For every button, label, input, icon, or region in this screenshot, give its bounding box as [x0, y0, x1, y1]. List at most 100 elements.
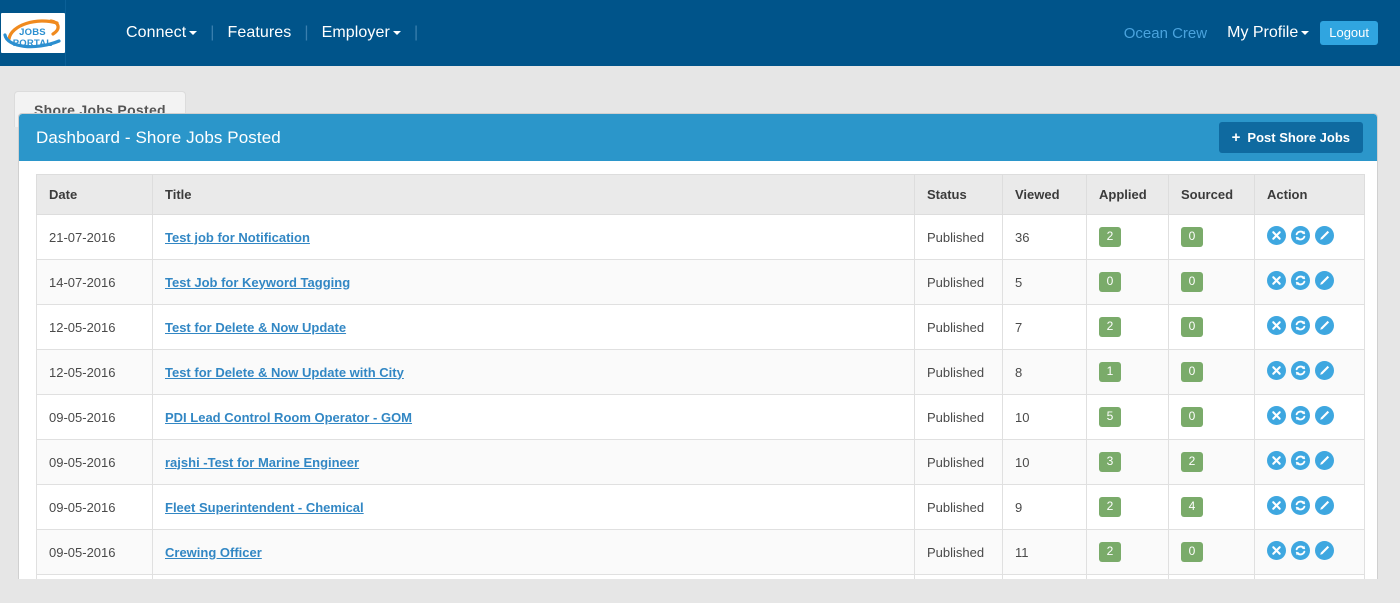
nav-item-employer[interactable]: Employer: [316, 24, 407, 42]
job-title-link[interactable]: Test job for Notification: [165, 230, 310, 245]
table-row: 09-05-2016 rajshi -Test for Marine Engine…: [36, 439, 1365, 485]
job-title-link[interactable]: rajshi -Test for Marine Engineer: [165, 455, 359, 470]
close-circle-icon[interactable]: [1267, 271, 1286, 293]
cell-applied: 2: [1086, 529, 1169, 575]
applied-badge: 2: [1099, 227, 1121, 247]
table-row: 14-07-2016 Test Job for Keyword Tagging Pu…: [36, 259, 1365, 305]
user-name-link[interactable]: Ocean Crew: [1124, 25, 1207, 42]
sourced-badge: 0: [1181, 542, 1203, 562]
sourced-badge: 0: [1181, 407, 1203, 427]
close-circle-icon[interactable]: [1267, 541, 1286, 563]
column-header-status[interactable]: Status: [914, 174, 1003, 215]
column-header-sourced[interactable]: Sourced: [1168, 174, 1255, 215]
cell-status: [914, 574, 1003, 579]
cell-viewed: 7: [1002, 304, 1087, 350]
close-circle-icon[interactable]: [1267, 226, 1286, 248]
cell-title: Test job for Notification: [152, 214, 915, 260]
logout-button[interactable]: Logout: [1320, 21, 1378, 45]
applied-badge: 1: [1099, 362, 1121, 382]
nav-separator-3: |: [413, 24, 419, 41]
cell-date: 09-05-2016: [36, 394, 153, 440]
cell-viewed: 10: [1002, 439, 1087, 485]
table-body: 21-07-2016 Test job for Notification Publi…: [36, 214, 1365, 579]
cell-date: 09-05-2016: [36, 484, 153, 530]
refresh-circle-icon[interactable]: [1291, 361, 1310, 383]
my-profile-menu[interactable]: My Profile: [1227, 24, 1310, 42]
table-row: 09-05-2016 Crewing Officer Published 11 2 0: [36, 529, 1365, 575]
cell-viewed: 5: [1002, 259, 1087, 305]
refresh-circle-icon[interactable]: [1291, 316, 1310, 338]
job-title-link[interactable]: Fleet Superintendent - Chemical: [165, 500, 364, 515]
row-action-group: [1267, 226, 1364, 248]
cell-status: Published: [914, 349, 1003, 395]
cell-applied: [1086, 574, 1169, 579]
column-header-title[interactable]: Title: [152, 174, 915, 215]
sourced-badge: 0: [1181, 317, 1203, 337]
cell-title: [152, 574, 915, 579]
edit-pencil-icon[interactable]: [1315, 541, 1334, 563]
close-circle-icon[interactable]: [1267, 406, 1286, 428]
table-header: Date Title Status Viewed Applied Sourced…: [36, 174, 1365, 215]
edit-pencil-icon[interactable]: [1315, 226, 1334, 248]
cell-action: [1254, 259, 1365, 305]
cell-date: 21-07-2016: [36, 214, 153, 260]
edit-pencil-icon[interactable]: [1315, 316, 1334, 338]
refresh-circle-icon[interactable]: [1291, 541, 1310, 563]
cell-sourced: 2: [1168, 439, 1255, 485]
edit-pencil-icon[interactable]: [1315, 451, 1334, 473]
close-circle-icon[interactable]: [1267, 316, 1286, 338]
cell-viewed: 10: [1002, 394, 1087, 440]
edit-pencil-icon[interactable]: [1315, 361, 1334, 383]
refresh-circle-icon[interactable]: [1291, 271, 1310, 293]
refresh-circle-icon[interactable]: [1291, 451, 1310, 473]
nav-separator-1: |: [210, 24, 215, 41]
job-title-link[interactable]: Test Job for Keyword Tagging: [165, 275, 350, 290]
post-shore-jobs-button[interactable]: + Post Shore Jobs: [1218, 122, 1363, 153]
nav-item-connect[interactable]: Connect: [120, 24, 203, 42]
close-circle-icon[interactable]: [1267, 451, 1286, 473]
refresh-circle-icon[interactable]: [1291, 496, 1310, 518]
table-row: 21-07-2016 Test job for Notification Publi…: [36, 214, 1365, 260]
cell-action: [1254, 529, 1365, 575]
cell-title: Fleet Superintendent - Chemical: [152, 484, 915, 530]
cell-applied: 1: [1086, 349, 1169, 395]
cell-sourced: 0: [1168, 349, 1255, 395]
job-title-link[interactable]: Test for Delete & Now Update with City: [165, 365, 404, 380]
cell-title: Test for Delete & Now Update: [152, 304, 915, 350]
plus-icon: +: [1231, 129, 1241, 146]
table-row: 09-05-2016 PDI Lead Control Room Operator…: [36, 394, 1365, 440]
nav-item-connect-label: Connect: [126, 24, 187, 41]
row-action-group: [1267, 541, 1364, 563]
edit-pencil-icon[interactable]: [1315, 496, 1334, 518]
cell-title: Test for Delete & Now Update with City: [152, 349, 915, 395]
close-circle-icon[interactable]: [1267, 361, 1286, 383]
table-row: 12-05-2016 Test for Delete & Now Update Pu…: [36, 304, 1365, 350]
applied-badge: 2: [1099, 317, 1121, 337]
nav-item-features[interactable]: Features: [221, 24, 297, 42]
applied-badge: 3: [1099, 452, 1121, 472]
cell-applied: 5: [1086, 394, 1169, 440]
job-title-link[interactable]: Test for Delete & Now Update: [165, 320, 346, 335]
column-header-viewed[interactable]: Viewed: [1002, 174, 1087, 215]
jobs-portal-logo[interactable]: JOBS PORTAL: [0, 13, 65, 53]
close-circle-icon[interactable]: [1267, 496, 1286, 518]
edit-pencil-icon[interactable]: [1315, 271, 1334, 293]
refresh-circle-icon[interactable]: [1291, 226, 1310, 248]
sourced-badge: 4: [1181, 497, 1203, 517]
job-title-link[interactable]: Crewing Officer: [165, 545, 262, 560]
cell-status: Published: [914, 529, 1003, 575]
dashboard-panel: Dashboard - Shore Jobs Posted + Post Sho…: [18, 113, 1378, 579]
cell-status: Published: [914, 259, 1003, 305]
logo-container[interactable]: JOBS PORTAL: [0, 0, 66, 66]
cell-sourced: 4: [1168, 484, 1255, 530]
column-header-date[interactable]: Date: [36, 174, 153, 215]
job-title-link[interactable]: PDI Lead Control Room Operator - GOM: [165, 410, 412, 425]
column-header-applied[interactable]: Applied: [1086, 174, 1169, 215]
cell-applied: 2: [1086, 484, 1169, 530]
edit-pencil-icon[interactable]: [1315, 406, 1334, 428]
sourced-badge: 2: [1181, 452, 1203, 472]
cell-status: Published: [914, 394, 1003, 440]
refresh-circle-icon[interactable]: [1291, 406, 1310, 428]
table-row: [36, 574, 1365, 579]
logo-text: JOBS PORTAL: [12, 27, 53, 49]
